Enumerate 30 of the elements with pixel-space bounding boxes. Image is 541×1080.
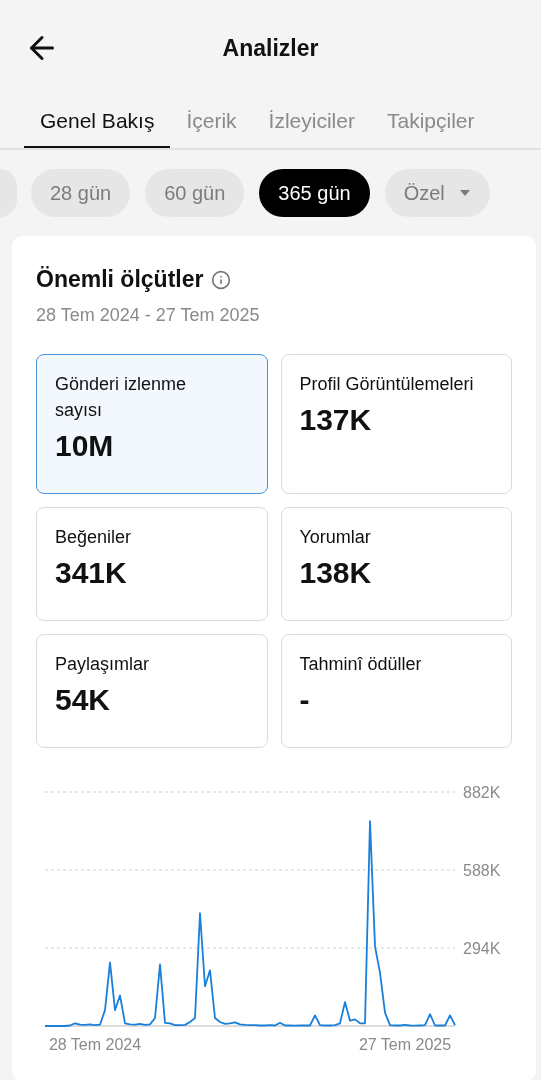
axis-label: 294K: [463, 940, 501, 957]
axis-label: 882K: [463, 784, 501, 801]
metric-value: 341K: [55, 556, 128, 590]
metric-value: 138K: [299, 556, 373, 590]
metric-value: 10M: [55, 429, 115, 463]
metric-tile[interactable]: Beğeniler 341K: [36, 507, 268, 621]
metric-label: Gönderi izlenme sayısı: [55, 373, 188, 422]
metric-label: Profil Görüntülemeleri: [299, 373, 475, 396]
metric-tile[interactable]: Tahminî ödüller -: [280, 634, 512, 748]
metric-value: 54K: [55, 683, 112, 717]
period-chip[interactable]: 365 gün: [259, 169, 370, 217]
metric-tile[interactable]: Profil Görüntülemeleri 137K: [280, 354, 512, 494]
metric-label: Tahminî ödüller: [299, 653, 423, 676]
metric-value: -: [299, 683, 311, 717]
metric-label: Paylaşımlar: [55, 653, 151, 676]
info-icon[interactable]: [211, 269, 232, 290]
metric-tile[interactable]: Paylaşımlar 54K: [36, 634, 268, 748]
caret-icon: [458, 189, 471, 197]
section-title: Önemli ölçütler: [36, 266, 204, 293]
tab[interactable]: Genel Bakış: [24, 96, 171, 148]
axis-label: 28 Tem 2024: [48, 1036, 142, 1053]
page-title: Analizler: [221, 34, 320, 62]
metric-tile[interactable]: Gönderi izlenme sayısı 10M: [36, 354, 268, 494]
metric-tile[interactable]: Yorumlar 138K: [280, 507, 512, 621]
axis-label: 588K: [463, 862, 501, 879]
date-range: 28 Tem 2024 - 27 Tem 2025: [36, 305, 261, 326]
axis-label: 27 Tem 2025: [358, 1036, 452, 1053]
metric-label: Beğeniler: [55, 526, 133, 549]
metric-label: Yorumlar: [299, 526, 372, 549]
metric-value: 137K: [299, 403, 373, 437]
